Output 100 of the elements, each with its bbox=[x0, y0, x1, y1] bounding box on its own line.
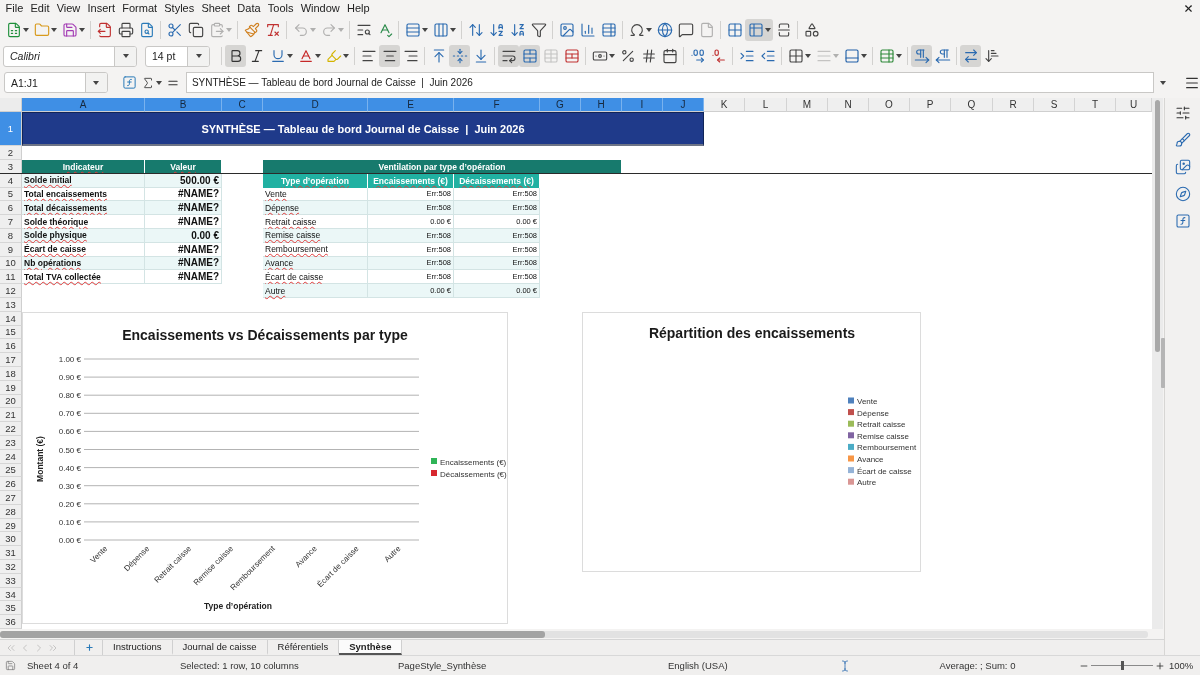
row-header[interactable]: 22 bbox=[0, 422, 22, 436]
column-header[interactable]: G bbox=[540, 98, 581, 113]
menu-item[interactable]: Tools bbox=[264, 2, 298, 15]
menu-item[interactable]: Insert bbox=[83, 2, 119, 15]
function-icon bbox=[1174, 213, 1191, 230]
bold-button[interactable] bbox=[225, 45, 246, 67]
row-header[interactable]: 35 bbox=[0, 601, 22, 616]
row-header[interactable]: 31 bbox=[0, 546, 22, 561]
menu-item[interactable]: Styles bbox=[160, 2, 198, 15]
row-header[interactable]: 12 bbox=[0, 284, 22, 298]
row-header[interactable]: 2 bbox=[0, 146, 22, 160]
table-columns-icon bbox=[432, 21, 449, 38]
dropdown-button[interactable] bbox=[114, 46, 136, 66]
font-name-field[interactable]: Calibri bbox=[3, 45, 137, 67]
navigator-button[interactable] bbox=[1173, 185, 1192, 204]
column-header[interactable]: O bbox=[869, 98, 910, 113]
caret-icon bbox=[764, 27, 771, 32]
column-header[interactable]: F bbox=[454, 98, 540, 113]
column-header[interactable]: U bbox=[1116, 98, 1152, 113]
column-header[interactable]: M bbox=[787, 98, 828, 113]
select-all-corner[interactable] bbox=[0, 98, 22, 113]
percent-icon bbox=[619, 48, 636, 64]
column-header[interactable]: C bbox=[222, 98, 263, 113]
row-header[interactable]: 36 bbox=[0, 615, 22, 630]
column-header[interactable]: J bbox=[663, 98, 704, 113]
formula-input-field[interactable]: SYNTHÈSE — Tableau de bord Journal de Caisse | Juin 2026 bbox=[185, 72, 1154, 94]
axis-tick-label: 0.60 € bbox=[58, 427, 81, 437]
freeze-rows-columns-button[interactable] bbox=[745, 18, 773, 41]
wrap-text-button[interactable] bbox=[498, 45, 519, 67]
sidebar-grip[interactable] bbox=[1161, 338, 1165, 389]
center-vertically-button[interactable] bbox=[449, 45, 470, 67]
table-cell: Retrait caisse bbox=[263, 215, 368, 229]
zoom-slider-thumb[interactable] bbox=[1121, 661, 1124, 671]
column-header[interactable]: A bbox=[22, 98, 145, 113]
images-icon bbox=[1174, 159, 1191, 176]
row-header[interactable]: 7 bbox=[0, 215, 22, 229]
menu-item[interactable]: Window bbox=[297, 2, 344, 15]
close-button[interactable] bbox=[1183, 2, 1194, 14]
align-center-button[interactable] bbox=[379, 45, 400, 67]
left-to-right-button[interactable] bbox=[911, 45, 932, 67]
column-header[interactable]: H bbox=[581, 98, 622, 113]
column-header[interactable]: B bbox=[145, 98, 222, 113]
column-header[interactable]: E bbox=[368, 98, 454, 113]
row-header[interactable]: 11 bbox=[0, 270, 22, 285]
caret-icon bbox=[155, 80, 162, 85]
menu-item[interactable]: Data bbox=[233, 2, 265, 15]
column-header[interactable]: K bbox=[704, 98, 745, 113]
redo-icon bbox=[320, 21, 337, 38]
row-header[interactable]: 21 bbox=[0, 408, 22, 423]
horizontal-scrollbar[interactable] bbox=[0, 630, 1148, 638]
pilcrow-right-icon bbox=[913, 48, 930, 64]
pie-chart-panel[interactable]: Répartition des encaissements Vente Dépense Retrait caisse Remise caisse Remboursement Avance Écart de caisse Autre bbox=[582, 312, 921, 573]
row-header[interactable]: 6 bbox=[0, 201, 22, 216]
dropdown-button[interactable] bbox=[187, 46, 209, 66]
speech-bubble-icon bbox=[677, 21, 694, 38]
name-box-field[interactable]: A1:J1 bbox=[4, 72, 108, 94]
row-header[interactable]: 26 bbox=[0, 477, 22, 492]
text-cursor-icon[interactable] bbox=[839, 659, 851, 672]
caret-icon bbox=[860, 54, 867, 58]
vertical-scrollbar[interactable] bbox=[1152, 98, 1163, 630]
column-header[interactable]: Q bbox=[951, 98, 993, 113]
file-search-icon bbox=[138, 21, 155, 38]
plus-icon bbox=[85, 643, 94, 653]
menu-item[interactable]: Help bbox=[343, 2, 374, 15]
axis-tick-label: 0.30 € bbox=[58, 481, 81, 491]
split-cells-icon bbox=[563, 48, 580, 64]
gallery-button[interactable] bbox=[1173, 158, 1192, 177]
column-header[interactable]: L bbox=[745, 98, 787, 113]
column-header[interactable]: D bbox=[263, 98, 368, 113]
menu-item[interactable]: Edit bbox=[26, 2, 54, 15]
zoom-level-text[interactable]: 100% bbox=[1169, 660, 1194, 672]
column-header[interactable]: P bbox=[910, 98, 951, 113]
column-header[interactable]: S bbox=[1034, 98, 1075, 113]
title-cell[interactable]: SYNTHÈSE — Tableau de bord Journal de Caisse | Juin 2026 bbox=[22, 112, 704, 147]
functions-button[interactable] bbox=[1173, 212, 1192, 231]
column-header[interactable]: N bbox=[828, 98, 869, 113]
row-header[interactable]: 27 bbox=[0, 491, 22, 505]
menu-item[interactable]: Format bbox=[118, 2, 161, 15]
row-header[interactable]: 16 bbox=[0, 339, 22, 354]
menu-item[interactable]: View bbox=[53, 2, 84, 15]
column-header[interactable]: T bbox=[1075, 98, 1116, 113]
legend-label: Écart de caisse bbox=[857, 466, 912, 476]
column-header[interactable]: I bbox=[622, 98, 663, 113]
text-direction-button[interactable] bbox=[960, 45, 981, 67]
column-header[interactable]: R bbox=[993, 98, 1034, 113]
shapes-icon bbox=[803, 21, 820, 38]
axis-tick-label: 0.50 € bbox=[58, 445, 81, 455]
underline-icon bbox=[269, 48, 286, 64]
sheet-tab[interactable]: Synthèse bbox=[339, 640, 403, 656]
row-header[interactable]: 30 bbox=[0, 532, 22, 547]
dropdown-button[interactable] bbox=[84, 73, 107, 93]
menu-item[interactable]: Sheet bbox=[197, 2, 234, 15]
menu-item[interactable]: File bbox=[2, 2, 27, 15]
merge-center-button[interactable] bbox=[519, 45, 540, 67]
row-header[interactable]: 32 bbox=[0, 560, 22, 574]
font-size-field[interactable]: 14 pt bbox=[145, 45, 210, 67]
row-header[interactable]: 17 bbox=[0, 353, 22, 367]
properties-button[interactable] bbox=[1173, 104, 1192, 123]
table-icon bbox=[542, 48, 559, 64]
styles-button[interactable] bbox=[1173, 131, 1192, 150]
